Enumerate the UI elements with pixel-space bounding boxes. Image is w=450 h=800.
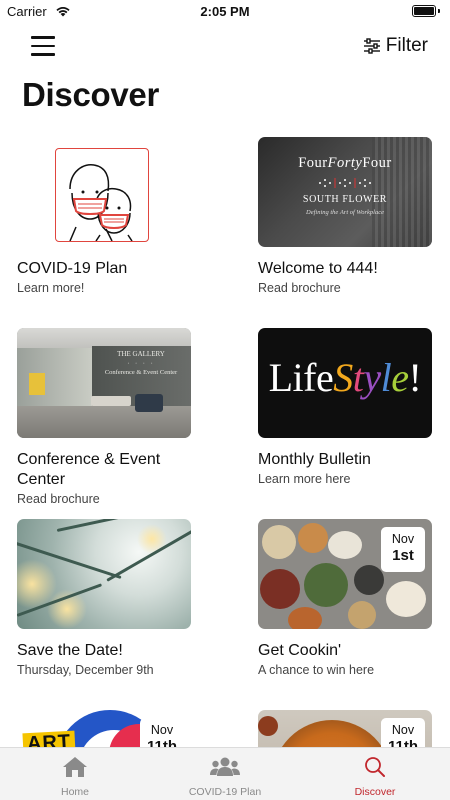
hamburger-menu-icon: [31, 36, 55, 39]
card-subtitle: Learn more here: [258, 472, 351, 486]
battery-level: [414, 7, 434, 15]
menu-button[interactable]: [31, 36, 55, 56]
card-covid-plan[interactable]: COVID-19 Plan Learn more!: [17, 137, 191, 295]
gallery-wall-sign: The Gallery · · · · Conference & Event C…: [104, 350, 178, 376]
filter-button[interactable]: Filter: [363, 35, 428, 57]
covid-plan-image: [17, 137, 191, 247]
444-logo-dots: [319, 178, 371, 188]
card-conference-center[interactable]: The Gallery · · · · Conference & Event C…: [17, 328, 191, 506]
tab-label: Discover: [354, 786, 396, 798]
page-title: Discover: [22, 76, 160, 113]
holiday-food-photo: Nov 1st: [258, 519, 432, 629]
card-subtitle: Read brochure: [17, 492, 100, 506]
conference-center-photo: The Gallery · · · · Conference & Event C…: [17, 328, 191, 438]
card-subtitle: A chance to win here: [258, 663, 375, 677]
tab-covid-plan[interactable]: COVID-19 Plan: [150, 748, 300, 800]
tab-home[interactable]: Home: [0, 748, 150, 800]
clock: 2:05 PM: [200, 4, 250, 19]
date-badge: Nov 1st: [381, 527, 425, 572]
card-subtitle: Thursday, December 9th: [17, 663, 154, 677]
444-logo-tagline: Defining the Art of Workplace: [306, 209, 384, 216]
444-logo-subtitle: South Flower: [302, 194, 388, 205]
card-title: Conference & Event Center: [17, 451, 161, 488]
card-title: Save the Date!: [17, 642, 123, 659]
chair: [135, 394, 163, 412]
bench: [91, 396, 131, 406]
card-title: Get Cookin': [258, 642, 342, 659]
card-title: Monthly Bulletin: [258, 451, 371, 468]
search-icon: [365, 757, 385, 777]
lifestyle-logo: LifeStyle!: [268, 355, 422, 400]
sliders-icon: [363, 38, 380, 54]
tab-bar: Home COVID-19 Plan Discover: [0, 747, 450, 800]
lifestyle-logo-image: LifeStyle!: [258, 328, 432, 438]
home-icon: [63, 757, 87, 777]
battery-icon: [412, 5, 436, 17]
tab-label: COVID-19 Plan: [188, 786, 262, 798]
444-logo-title: FourFortyFour: [298, 155, 392, 171]
tab-label: Home: [60, 786, 89, 798]
card-save-the-date[interactable]: Save the Date! Thursday, December 9th: [17, 519, 191, 677]
card-title: Welcome to 444!: [258, 260, 378, 277]
card-get-cookin[interactable]: Nov 1st Get Cookin' A chance to win here: [258, 519, 432, 677]
battery-tip: [438, 9, 440, 13]
filter-label: Filter: [385, 35, 428, 56]
masked-people-illustration: [55, 148, 149, 242]
winter-branches-photo: [17, 519, 191, 629]
card-welcome-444[interactable]: FourFortyFour South Flower Defining the …: [258, 137, 432, 295]
card-monthly-bulletin[interactable]: LifeStyle! Monthly Bulletin Learn more h…: [258, 328, 432, 486]
tab-discover[interactable]: Discover: [300, 748, 450, 800]
card-subtitle: Learn more!: [17, 281, 85, 295]
card-title: COVID-19 Plan: [17, 260, 128, 277]
people-icon: [210, 757, 240, 776]
card-subtitle: Read brochure: [258, 281, 341, 295]
status-bar: Carrier 2:05 PM: [0, 0, 450, 24]
discover-screen: Carrier 2:05 PM Filter Discover COVID-19…: [0, 0, 450, 800]
building-facade: [372, 137, 432, 247]
444-brochure-image: FourFortyFour South Flower Defining the …: [258, 137, 432, 247]
